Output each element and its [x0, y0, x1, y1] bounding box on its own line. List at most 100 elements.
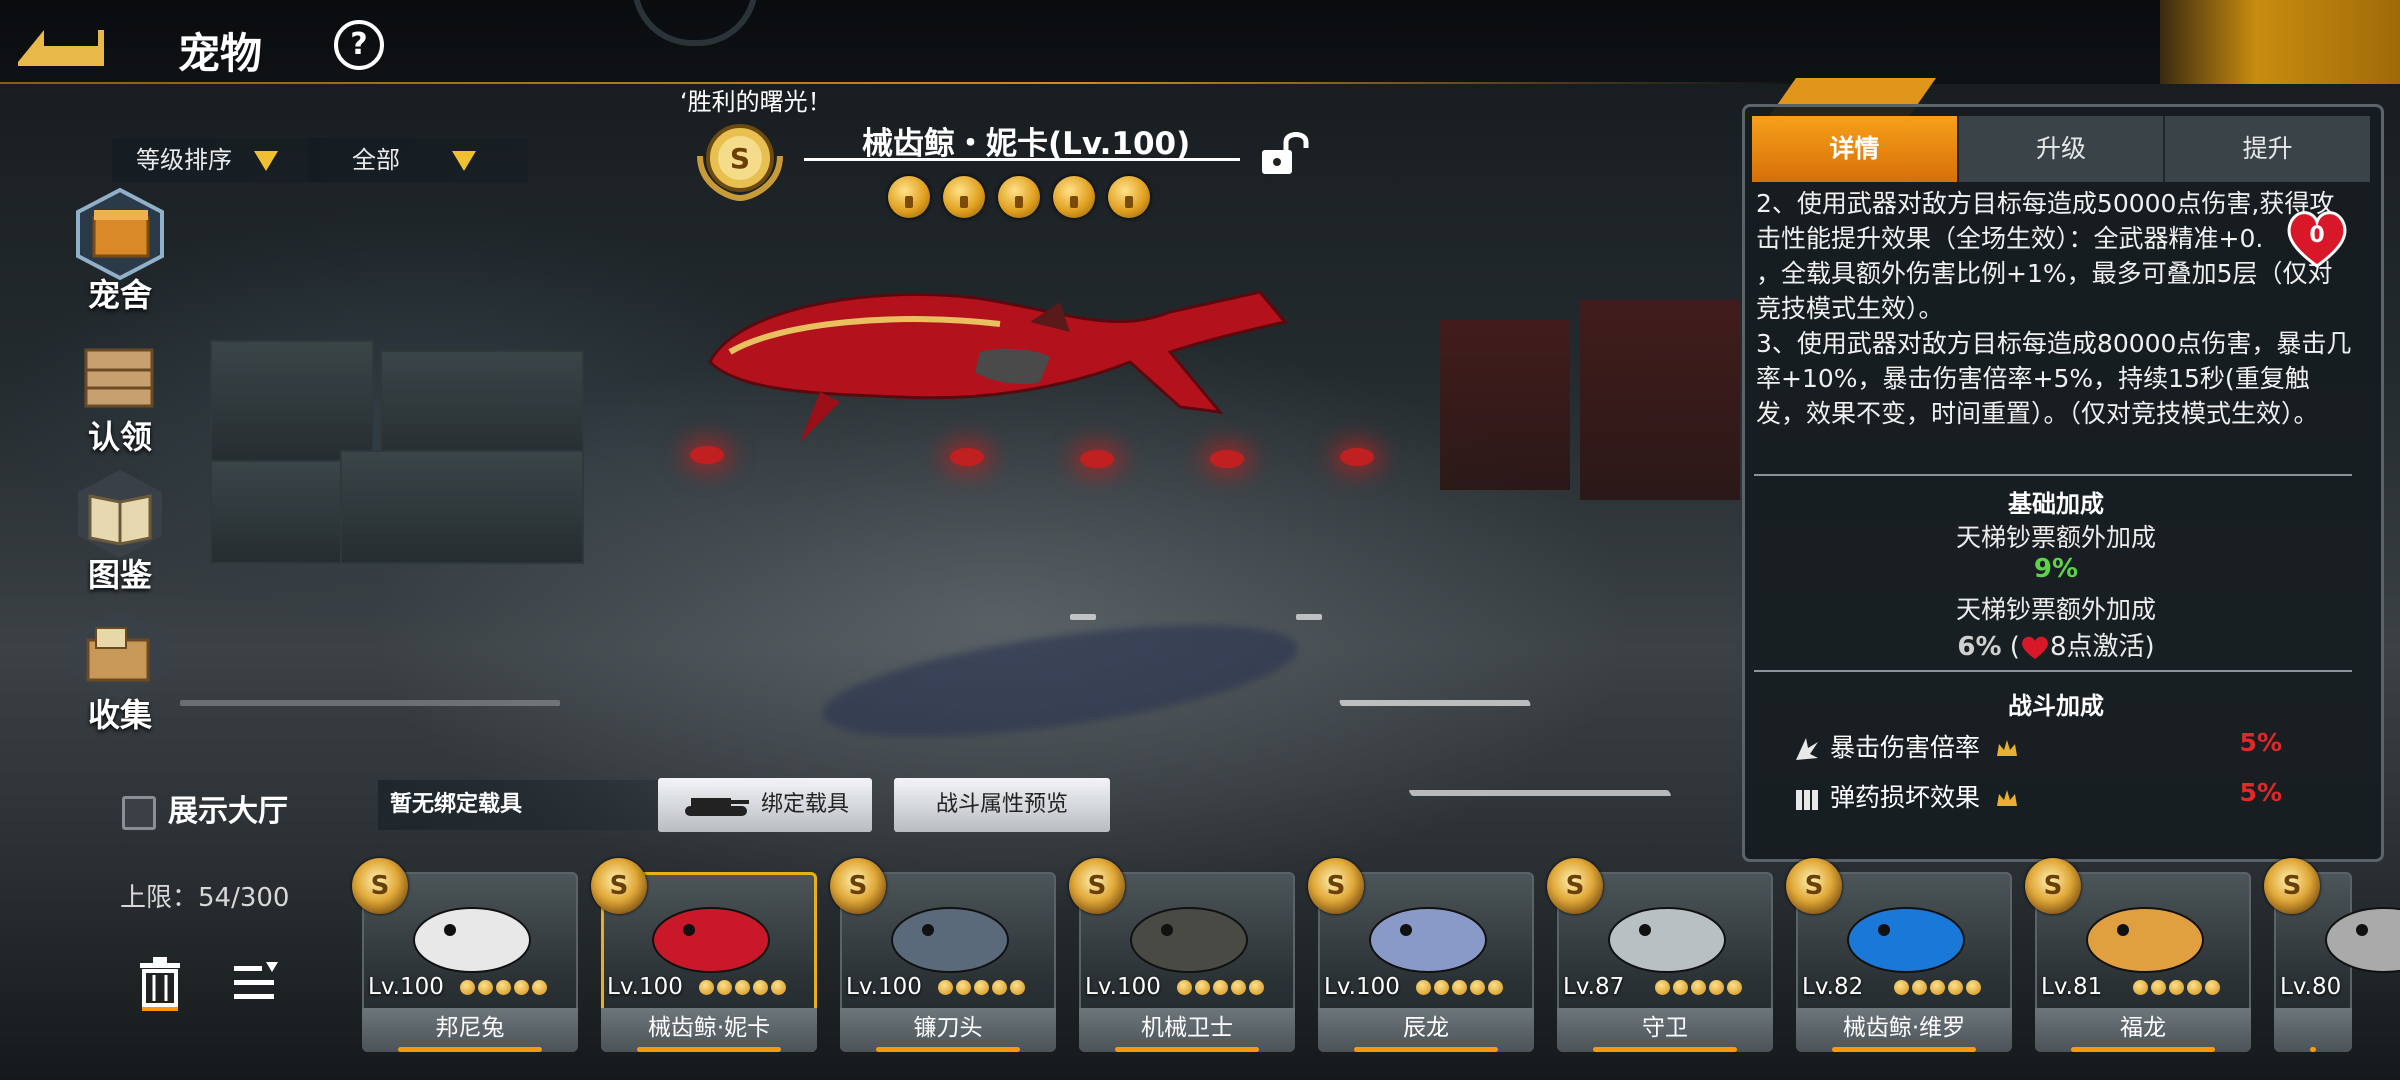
background-container	[1440, 320, 1570, 490]
tab-details[interactable]: 详情	[1752, 116, 1959, 182]
pet-card[interactable]: S Lv.100 械齿鲸·妮卡	[591, 858, 817, 1052]
pet-level: Lv.82	[1802, 974, 1864, 1000]
pet-card-name: 械齿鲸·妮卡	[601, 1008, 817, 1052]
sort-icon[interactable]	[232, 960, 280, 1008]
base-bonus-locked-value: 6%	[1957, 632, 2002, 662]
pet-card-name: 机械卫士	[1079, 1008, 1295, 1052]
pet-level: Lv.100	[1085, 974, 1161, 1000]
pet-star-rating	[460, 980, 550, 999]
bind-vehicle-button[interactable]: 绑定载具	[658, 778, 872, 832]
road-marking	[1408, 790, 1672, 796]
nav-claim[interactable]: 认领	[70, 328, 170, 458]
s-rank-medal-icon: S	[352, 858, 408, 914]
nav-label: 图鉴	[87, 556, 152, 594]
road-marking	[1296, 614, 1322, 620]
skill-description[interactable]: 2、使用武器对敌方目标每造成50000点伤害,获得攻击性能提升效果（全场生效）：…	[1756, 186, 2356, 431]
star-bell-icon	[1108, 176, 1150, 218]
back-button[interactable]	[14, 18, 106, 70]
battle-stat-label: 暴击伤害倍率	[1830, 733, 1981, 762]
pet-level: Lv.87	[1563, 974, 1625, 1000]
pet-star-rating	[2133, 980, 2223, 999]
pet-card[interactable]: S Lv.100 邦尼兔	[352, 858, 578, 1052]
pet-name: 械齿鲸・妮卡(Lv.100)	[862, 126, 1191, 162]
medal-letter: S	[730, 142, 750, 175]
base-bonus-locked-row: 6% (8点激活)	[1756, 626, 2356, 663]
description-line: 3、使用武器对敌方目标每造成80000点伤害，暴击几率+10%，暴击伤害倍率+5…	[1756, 329, 2352, 428]
pet-card[interactable]: S Lv.100 辰龙	[1308, 858, 1534, 1052]
pet-star-rating	[1655, 980, 1745, 999]
kennel-icon	[76, 187, 164, 281]
trash-icon[interactable]	[138, 957, 182, 1011]
help-button[interactable]: ?	[334, 20, 384, 70]
battle-preview-button[interactable]: 战斗属性预览	[894, 778, 1110, 832]
crate-icon	[84, 348, 154, 408]
tank-icon	[684, 798, 749, 816]
nav-handbook[interactable]: 图鉴	[70, 466, 170, 596]
binding-status: 暂无绑定载具	[378, 780, 662, 830]
pet-star-rating	[1894, 980, 1984, 999]
pet-card-name: 邦尼兔	[362, 1008, 578, 1052]
page-title: 宠物	[178, 29, 263, 78]
pet-card[interactable]: S Lv.82 械齿鲸·维罗	[1786, 858, 2012, 1052]
show-hall-label: 展示大厅	[168, 794, 288, 829]
base-bonus-value: 9%	[2033, 554, 2079, 584]
s-rank-medal-icon: S	[1069, 858, 1125, 914]
pet-card-name: 守卫	[1557, 1008, 1773, 1052]
s-rank-medal-icon: S	[1786, 858, 1842, 914]
top-bar-divider	[0, 82, 1800, 84]
pet-card[interactable]: S Lv.80	[2264, 858, 2400, 1052]
chevron-down-icon	[253, 151, 278, 171]
nav-collection[interactable]: 收集	[70, 606, 170, 736]
battle-stat-label: 弹药损坏效果	[1830, 783, 1981, 812]
category-dropdown[interactable]: 全部	[308, 138, 528, 182]
battle-stat-row: 暴击伤害倍率 5%	[1792, 728, 2282, 764]
pet-card[interactable]: S Lv.100 镰刀头	[830, 858, 1056, 1052]
background-container	[1580, 300, 1740, 500]
nav-label: 认领	[87, 418, 152, 456]
pet-card-name	[2274, 1008, 2352, 1052]
background-crate	[210, 340, 374, 464]
pet-model-red-whale[interactable]	[700, 262, 1300, 462]
s-rank-medal-icon: S	[697, 124, 783, 202]
tab-enhance[interactable]: 提升	[2165, 116, 2371, 182]
pet-level: Lv.80	[2280, 974, 2342, 1000]
battle-stat-value: 5%	[2239, 778, 2282, 807]
pet-card[interactable]: S Lv.87 守卫	[1547, 858, 1773, 1052]
base-bonus-label: 天梯钞票额外加成	[1955, 523, 2156, 552]
pet-card[interactable]: S Lv.81 福龙	[2025, 858, 2251, 1052]
detail-tabs: 详情 升级 提升	[1752, 116, 2371, 182]
tab-upgrade[interactable]: 升级	[1958, 116, 2166, 182]
s-rank-medal-icon: S	[830, 858, 886, 914]
pet-star-rating	[888, 176, 1163, 222]
s-rank-medal-icon: S	[2264, 858, 2320, 914]
show-hall-toggle[interactable]: 展示大厅	[122, 786, 288, 830]
battle-stat-value: 5%	[2239, 728, 2282, 757]
star-bell-icon	[998, 176, 1040, 218]
activate-text: 8点激活)	[2049, 632, 2155, 662]
star-bell-icon	[1053, 176, 1095, 218]
book-icon	[78, 470, 162, 558]
red-lamp	[1340, 448, 1374, 466]
s-rank-medal-icon: S	[1308, 858, 1364, 914]
pet-level: Lv.100	[368, 974, 444, 1000]
nav-kennel[interactable]: 宠舍	[70, 186, 170, 316]
bind-vehicle-label: 绑定载具	[760, 792, 849, 817]
nav-label: 宠舍	[87, 276, 152, 314]
sort-label: 等级排序	[136, 146, 232, 174]
sort-dropdown[interactable]: 等级排序	[112, 138, 326, 182]
battle-bonus-title: 战斗加成	[2008, 692, 2104, 720]
road-marking	[1070, 614, 1096, 620]
checkbox[interactable]	[122, 795, 156, 830]
heart-badge-icon[interactable]: 0	[2282, 204, 2352, 274]
crit-icon	[1796, 738, 1818, 760]
pet-level: Lv.100	[1324, 974, 1400, 1000]
pet-card[interactable]: S Lv.100 机械卫士	[1069, 858, 1295, 1052]
pet-star-rating	[1416, 980, 1506, 999]
pet-level: Lv.81	[2041, 974, 2103, 1000]
description-line: ，全载具额外伤害比例+1%，最多可叠加5层（仅对竞技模式生效）。	[1756, 259, 2333, 323]
paren-open: (	[2009, 632, 2020, 662]
s-rank-medal-icon: S	[1547, 858, 1603, 914]
pet-star-rating	[1177, 980, 1267, 999]
unlock-icon[interactable]	[1260, 132, 1314, 176]
ammo-icon	[1796, 790, 1818, 810]
